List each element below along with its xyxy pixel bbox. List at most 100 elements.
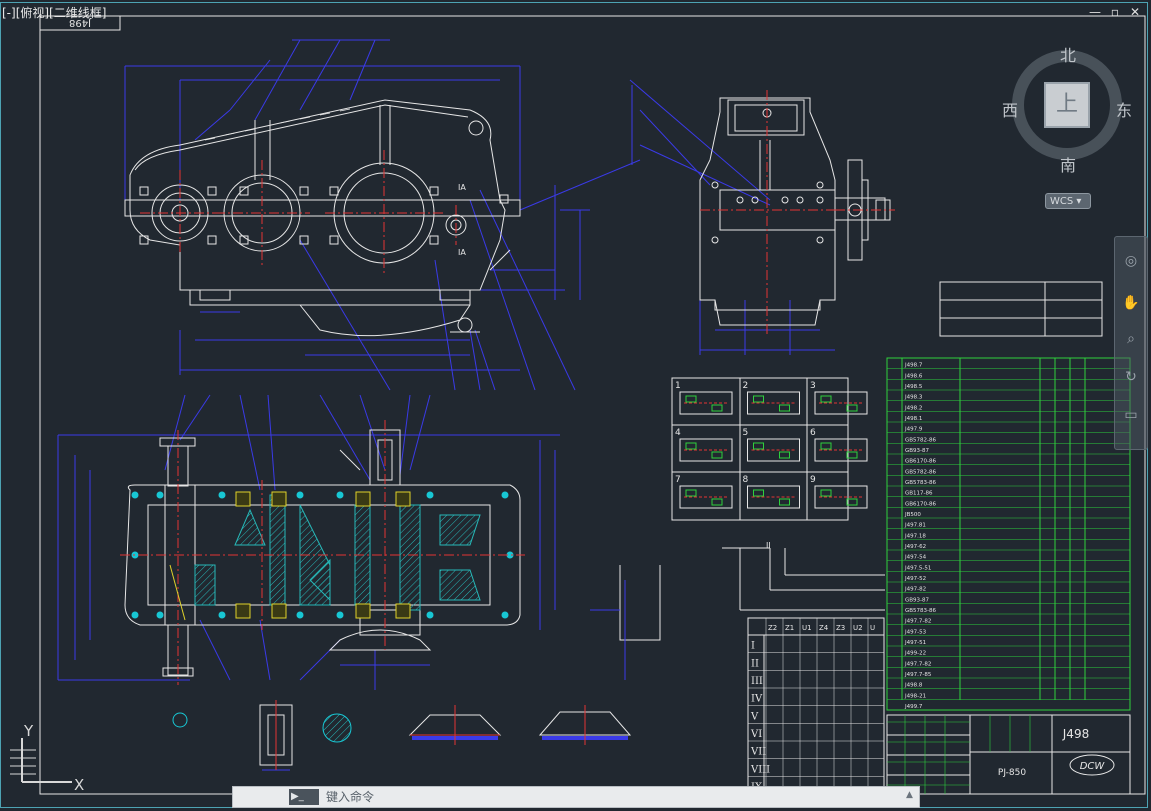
arrangement-input <box>820 489 832 497</box>
parts-row-name: J499.7 <box>904 704 923 710</box>
revision-box <box>939 281 1103 337</box>
gear-table-row-label: VIII <box>750 764 770 775</box>
gear-table-row-label: III <box>751 676 763 687</box>
compass-east[interactable]: 东 <box>1116 97 1132 121</box>
model-number: PJ-850 <box>998 768 1026 778</box>
gear-table-row-label: V <box>750 711 759 722</box>
parts-row-name: J499-22 <box>904 651 926 657</box>
gear-table-row-label: VI <box>750 729 762 740</box>
arrangement-input <box>753 442 764 450</box>
parts-row-name: GB6170-86 <box>905 501 937 507</box>
arrangement-cell-label: 4 <box>675 428 681 438</box>
parts-row-name: JB500 <box>904 512 921 518</box>
side-view <box>629 79 895 355</box>
gear-table-header: Z3 <box>836 624 845 632</box>
command-scroll-icon[interactable]: ▲ <box>906 790 916 804</box>
arrangement-output <box>779 498 790 506</box>
arrangement-input <box>753 489 764 497</box>
parts-row-name: J497.5-51 <box>904 565 931 571</box>
title-block <box>886 714 1131 795</box>
arrangement-output <box>711 451 723 459</box>
arrangement-input <box>820 442 832 450</box>
parts-row-name: J497-54 <box>904 555 927 561</box>
parts-row-name: J497-51 <box>904 640 926 646</box>
parts-row-name: GB117-86 <box>905 491 933 497</box>
wcs-menu-button[interactable]: WCS ▾ <box>1045 193 1091 209</box>
company-logo: DCW <box>1080 761 1106 772</box>
command-input[interactable] <box>322 788 920 806</box>
drawing-number: J498 <box>1062 727 1089 741</box>
parts-row-name: GB5782-86 <box>905 469 937 475</box>
recent-commands-button[interactable]: ▶_ <box>289 789 319 805</box>
svg-text:IA: IA <box>458 248 466 257</box>
parts-row-name: GB93-87 <box>905 448 930 454</box>
parts-row-name: J497-82 <box>904 587 926 593</box>
parts-row-name: GB5783-86 <box>905 608 937 614</box>
parts-row-name: J497-52 <box>904 576 926 582</box>
arrangement-cell-label: 8 <box>743 475 749 485</box>
parts-row-name: J497.7-82 <box>904 661 931 667</box>
section-view <box>57 394 560 743</box>
parts-row-name: GB5782-86 <box>905 437 937 443</box>
arrangement-input <box>685 395 697 403</box>
arrangement-input <box>753 395 764 403</box>
arrangement-output <box>711 404 723 412</box>
viewcube-top-face[interactable]: 上 <box>1044 82 1090 128</box>
steering-wheel-icon[interactable]: ◎ <box>1121 251 1141 271</box>
zoom-icon[interactable]: ⌕ <box>1121 329 1141 349</box>
gear-table-header: U <box>870 624 875 632</box>
parts-row-name: J498.2 <box>904 405 922 411</box>
gear-table-header: Z2 <box>768 624 777 632</box>
arrangement-cell-label: 1 <box>675 381 681 391</box>
parts-row-name: GB93-87 <box>905 597 930 603</box>
parts-row-name: J498.5 <box>904 384 923 390</box>
parts-row-name: J497.9 <box>904 427 923 433</box>
showmotion-icon[interactable]: ▭ <box>1121 405 1141 425</box>
parts-row-name: GB5783-86 <box>905 480 937 486</box>
arrangement-output <box>779 451 790 459</box>
gear-table-header: Z1 <box>785 624 794 632</box>
gear-table-row-label: I <box>751 641 755 652</box>
parts-row-name: J497-53 <box>904 629 927 635</box>
parts-row-name: J498.3 <box>904 395 923 401</box>
arrangement-cell-label: 9 <box>810 475 816 485</box>
wcs-label: WCS <box>1050 196 1074 207</box>
ucs-icon: Y X <box>10 722 84 790</box>
parts-row-name: J498.1 <box>904 416 922 422</box>
ucs-y-label: Y <box>23 722 34 740</box>
front-view: IA IA <box>124 39 641 391</box>
gear-table-header: U1 <box>802 624 812 632</box>
parts-row-name: J498.6 <box>904 373 923 379</box>
parts-row-name: J498.7 <box>904 363 923 369</box>
ucs-x-label: X <box>74 776 84 790</box>
parts-row-name: GB6170-86 <box>905 459 937 465</box>
gear-table-row-label: IV <box>751 694 763 705</box>
compass-south[interactable]: 南 <box>1060 152 1076 176</box>
arrangement-cells: 1 2 3 4 5 6 7 8 9 <box>675 381 868 509</box>
arrangement-cell-label: 5 <box>743 428 749 438</box>
compass-west[interactable]: 西 <box>1002 97 1018 121</box>
gear-table-header: U2 <box>853 624 863 632</box>
parts-row-name: J497.7-85 <box>904 672 932 678</box>
parts-row-name: J498.8 <box>904 683 923 689</box>
arrangement-cell-label: 6 <box>810 428 816 438</box>
frame-corner-label: J498 <box>69 17 92 28</box>
arrangement-cell-label: 3 <box>810 381 816 391</box>
arrangement-input <box>685 442 697 450</box>
orbit-icon[interactable]: ↻ <box>1121 367 1141 387</box>
arrangement-cell-label: 2 <box>743 381 749 391</box>
arrangement-input <box>820 395 832 403</box>
pan-icon[interactable]: ✋ <box>1121 293 1141 313</box>
gear-table-row-label: VII <box>750 747 766 758</box>
gear-table-cells: Z2Z1U1Z4Z3U2UIIIIIIIVVVIVIIVIIIIX <box>748 618 884 795</box>
drawing-canvas[interactable]: J498 IA IA 1 2 34 5 67 8 9 J498.7J498.6J… <box>0 0 1151 811</box>
gear-table-header: Z4 <box>819 624 829 632</box>
viewcube[interactable]: 上 北 南 东 西 <box>1002 42 1132 175</box>
arrangement-input <box>685 489 697 497</box>
parts-row-name: J497.18 <box>904 533 926 539</box>
svg-text:II: II <box>766 541 771 550</box>
arrangement-output <box>779 404 790 412</box>
svg-text:IA: IA <box>458 183 466 192</box>
compass-north[interactable]: 北 <box>1060 42 1076 66</box>
arrangement-output <box>711 498 723 506</box>
